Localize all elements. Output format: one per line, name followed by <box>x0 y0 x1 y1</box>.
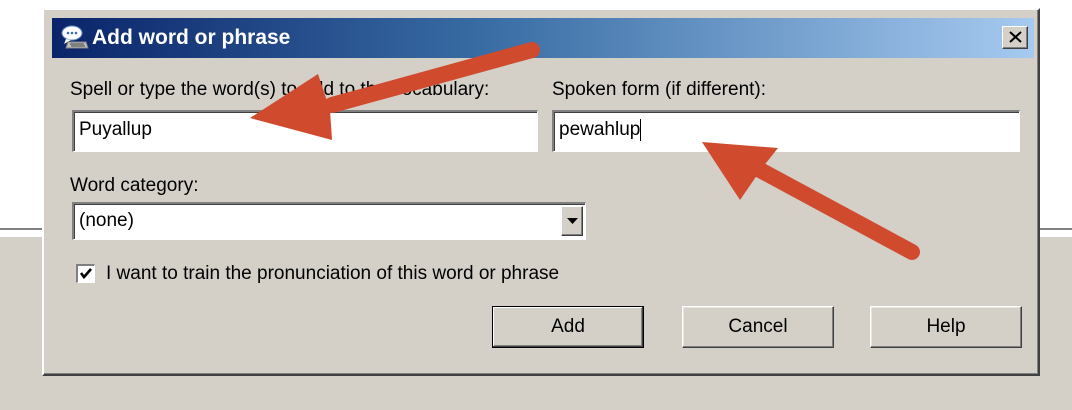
cancel-button[interactable]: Cancel <box>682 306 834 348</box>
word-field-label: Spell or type the word(s) to add to the … <box>70 79 490 100</box>
help-button[interactable]: Help <box>870 306 1022 348</box>
spoken-form-input[interactable]: pewahlup <box>552 110 1020 152</box>
word-category-dropdown[interactable]: (none) <box>72 202 586 240</box>
add-button[interactable]: Add <box>492 306 644 348</box>
word-category-label: Word category: <box>70 175 199 196</box>
close-icon <box>1009 31 1022 43</box>
word-input[interactable]: Puyallup <box>72 110 538 152</box>
speech-dictation-icon <box>60 24 90 52</box>
word-category-value: (none) <box>79 210 134 231</box>
dialog-titlebar[interactable]: Add word or phrase <box>52 18 1034 58</box>
word-input-value: Puyallup <box>79 119 152 140</box>
close-button[interactable] <box>1002 26 1028 49</box>
train-pronunciation-checkbox[interactable] <box>76 264 95 283</box>
background-separator-left <box>0 228 44 237</box>
chevron-down-icon <box>567 218 578 224</box>
background-separator-right <box>1040 228 1072 237</box>
train-pronunciation-label: I want to train the pronunciation of thi… <box>106 263 560 284</box>
dialog-title: Add word or phrase <box>92 26 291 49</box>
spoken-form-input-value: pewahlup <box>559 119 641 140</box>
spoken-form-label: Spoken form (if different): <box>552 79 767 100</box>
add-word-dialog: Add word or phrase Spell or type the wor… <box>42 8 1040 376</box>
dropdown-button[interactable] <box>561 206 583 236</box>
checkmark-icon <box>79 268 92 280</box>
text-caret <box>640 119 642 141</box>
